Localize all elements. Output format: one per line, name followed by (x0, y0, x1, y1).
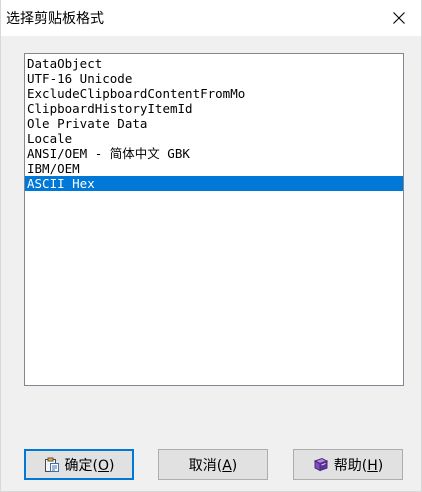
list-item-ole-private-data[interactable]: Ole Private Data (25, 116, 403, 131)
help-book-icon (313, 457, 329, 473)
clipboard-icon (44, 457, 60, 473)
list-item-ascii-hex[interactable]: ASCII Hex (25, 176, 403, 191)
help-button-label: 帮助(H) (333, 457, 384, 474)
list-item-ibm-oem[interactable]: IBM/OEM (25, 161, 403, 176)
ok-button-label: 确定(O) (64, 457, 115, 474)
cancel-button-label: 取消(A) (188, 457, 238, 474)
cancel-button[interactable]: 取消(A) (158, 449, 268, 480)
list-item-exclude-clipboard[interactable]: ExcludeClipboardContentFromMo (25, 86, 403, 101)
window-title: 选择剪贴板格式 (6, 11, 104, 27)
list-item-utf16-unicode[interactable]: UTF-16 Unicode (25, 71, 403, 86)
ok-button[interactable]: 确定(O) (24, 449, 134, 480)
clipboard-format-dialog: 选择剪贴板格式 DataObject UTF-16 Unicode Exclud… (0, 0, 422, 492)
help-button[interactable]: 帮助(H) (293, 449, 403, 480)
list-item-clipboard-history[interactable]: ClipboardHistoryItemId (25, 101, 403, 116)
list-item-locale[interactable]: Locale (25, 131, 403, 146)
list-item-ansi-oem[interactable]: ANSI/OEM - 简体中文 GBK (25, 146, 403, 161)
close-icon (393, 12, 405, 24)
close-button[interactable] (377, 0, 421, 36)
list-item-dataobject[interactable]: DataObject (25, 56, 403, 71)
format-listbox[interactable]: DataObject UTF-16 Unicode ExcludeClipboa… (24, 53, 404, 386)
title-bar[interactable]: 选择剪贴板格式 (1, 0, 421, 36)
